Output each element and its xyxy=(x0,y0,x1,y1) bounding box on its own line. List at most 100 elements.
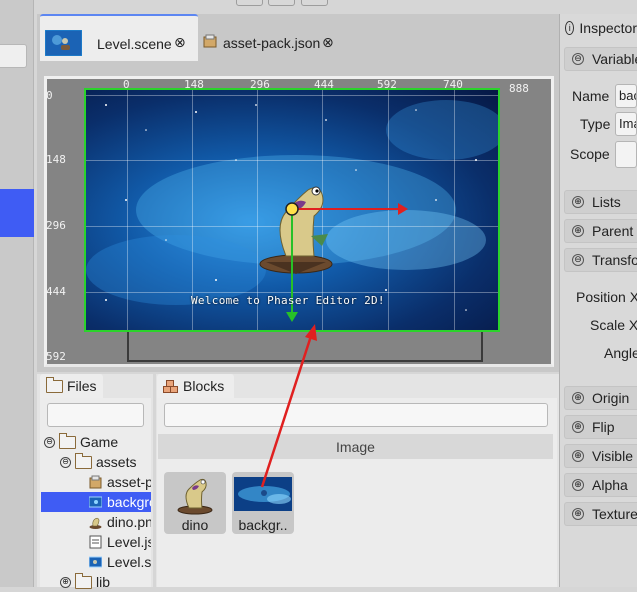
tree-item-game[interactable]: ⊖ Game xyxy=(44,432,151,452)
tree-item-label: dino.png xyxy=(107,514,151,530)
background-thumbnail xyxy=(234,477,292,511)
section-alpha-label: Alpha xyxy=(592,477,628,493)
block-item-label: dino xyxy=(181,517,209,533)
tree-item-level-js[interactable]: Level.js xyxy=(89,532,151,552)
tree-item-label: background.png xyxy=(107,494,151,510)
files-filter-input[interactable] xyxy=(47,403,144,427)
angle-label: Angle xyxy=(604,345,637,361)
tree-item-label: assets xyxy=(96,454,137,470)
expand-icon: ⊕ xyxy=(572,450,584,462)
tree-item-label: lib xyxy=(96,574,111,590)
collapse-icon: ⊖ xyxy=(572,254,584,266)
ruler-y-tick: 0 xyxy=(46,89,53,102)
blocks-group-header[interactable]: Image xyxy=(158,434,553,459)
expand-icon: ⊕ xyxy=(572,508,584,520)
js-file-icon xyxy=(89,535,102,549)
expand-icon: ⊕ xyxy=(572,392,584,404)
position-x-label: Position X xyxy=(576,289,637,305)
tab-level-scene-label: Level.scene xyxy=(97,36,172,52)
folder-icon xyxy=(75,452,92,469)
collapse-icon[interactable]: ⊖ xyxy=(60,456,71,468)
block-item-label: backgr.. xyxy=(238,517,288,533)
left-panel xyxy=(0,0,34,587)
tree-item-assets[interactable]: ⊖ assets xyxy=(60,452,151,472)
section-transform-label: Transform xyxy=(592,252,637,268)
toolbar-button[interactable] xyxy=(236,0,263,6)
name-field[interactable]: background xyxy=(615,84,637,108)
section-parent-label: Parent C xyxy=(592,223,637,239)
expand-icon: ⊕ xyxy=(572,479,584,491)
section-variable[interactable]: ⊖ Variable xyxy=(564,47,637,71)
tab-level-scene[interactable]: Level.scene ⊗ xyxy=(40,14,198,61)
section-visible[interactable]: ⊕ Visible xyxy=(564,444,637,468)
tree-item-label: asset-pack.json xyxy=(107,474,151,490)
section-variable-label: Variable xyxy=(592,51,637,67)
inspector-title: Inspector xyxy=(579,20,637,36)
blocks-icon xyxy=(163,379,178,393)
left-panel-filter-input[interactable] xyxy=(0,44,27,68)
scene-canvas[interactable]: Welcome to Phaser Editor 2D! xyxy=(84,88,500,332)
section-flip[interactable]: ⊕ Flip xyxy=(564,415,637,439)
close-icon[interactable]: ⊗ xyxy=(174,34,186,51)
section-visible-label: Visible xyxy=(592,448,633,464)
ruler-x-tick: 888 xyxy=(509,82,529,95)
tab-files-label: Files xyxy=(67,378,97,394)
json-file-icon xyxy=(203,34,217,48)
json-file-icon xyxy=(89,475,102,489)
section-origin-label: Origin xyxy=(592,390,630,406)
expand-icon: ⊕ xyxy=(572,225,584,237)
image-file-icon xyxy=(89,517,102,529)
tree-item-asset-pack[interactable]: asset-pack.json xyxy=(89,472,151,492)
tab-files[interactable]: Files xyxy=(40,374,103,398)
section-transform[interactable]: ⊖ Transform xyxy=(564,248,637,272)
scene-file-icon xyxy=(89,556,102,568)
tree-item-level-scene[interactable]: Level.scene xyxy=(89,552,151,572)
ruler-y-tick: 444 xyxy=(46,285,66,298)
collapse-icon[interactable]: ⊖ xyxy=(44,436,55,448)
type-field[interactable]: Image xyxy=(615,112,637,136)
inspector-tab[interactable]: i Inspector xyxy=(565,17,637,39)
dino-thumbnail xyxy=(177,478,213,515)
welcome-text[interactable]: Welcome to Phaser Editor 2D! xyxy=(191,294,385,307)
tree-item-lib[interactable]: ⊕ lib xyxy=(60,572,151,592)
blocks-filter-input[interactable] xyxy=(164,403,548,427)
image-file-icon xyxy=(89,496,102,508)
section-texture-label: Texture xyxy=(592,506,637,522)
left-panel-selected-item[interactable] xyxy=(0,189,34,237)
type-label: Type xyxy=(580,116,611,132)
expand-icon: ⊕ xyxy=(572,421,584,433)
collapse-icon: ⊖ xyxy=(572,53,584,65)
info-icon: i xyxy=(565,21,575,35)
name-label: Name xyxy=(572,88,610,104)
ruler-y-tick: 148 xyxy=(46,153,66,166)
section-lists-label: Lists xyxy=(592,194,621,210)
folder-icon xyxy=(46,376,63,393)
tab-blocks[interactable]: Blocks xyxy=(157,374,234,398)
block-item-background[interactable]: backgr.. xyxy=(232,472,294,534)
block-item-dino[interactable]: dino xyxy=(164,472,226,534)
close-icon[interactable]: ⊗ xyxy=(322,34,334,51)
tab-asset-pack[interactable]: asset-pack.json ⊗ xyxy=(203,28,353,58)
section-lists[interactable]: ⊕ Lists xyxy=(564,190,637,214)
toolbar-button[interactable] xyxy=(268,0,295,6)
expand-icon[interactable]: ⊕ xyxy=(60,576,71,588)
section-parent[interactable]: ⊕ Parent C xyxy=(564,219,637,243)
section-origin[interactable]: ⊕ Origin xyxy=(564,386,637,410)
tree-item-label: Game xyxy=(80,434,119,450)
ruler-y-tick: 592 xyxy=(46,350,66,363)
section-flip-label: Flip xyxy=(592,419,615,435)
scope-label: Scope xyxy=(570,146,610,162)
scope-field[interactable] xyxy=(615,141,637,168)
scene-thumbnail-icon xyxy=(45,30,82,56)
section-alpha[interactable]: ⊕ Alpha xyxy=(564,473,637,497)
scale-x-label: Scale X xyxy=(590,317,637,333)
tree-item-dino[interactable]: dino.png xyxy=(89,512,151,532)
tree-item-background[interactable]: background.png xyxy=(41,492,151,512)
folder-icon xyxy=(59,432,76,449)
tab-asset-pack-label: asset-pack.json xyxy=(223,35,321,51)
toolbar-button[interactable] xyxy=(301,0,328,6)
tree-item-label: Level.scene xyxy=(107,554,151,570)
expand-icon: ⊕ xyxy=(572,196,584,208)
tab-blocks-label: Blocks xyxy=(183,378,225,394)
section-texture[interactable]: ⊕ Texture xyxy=(564,502,637,526)
